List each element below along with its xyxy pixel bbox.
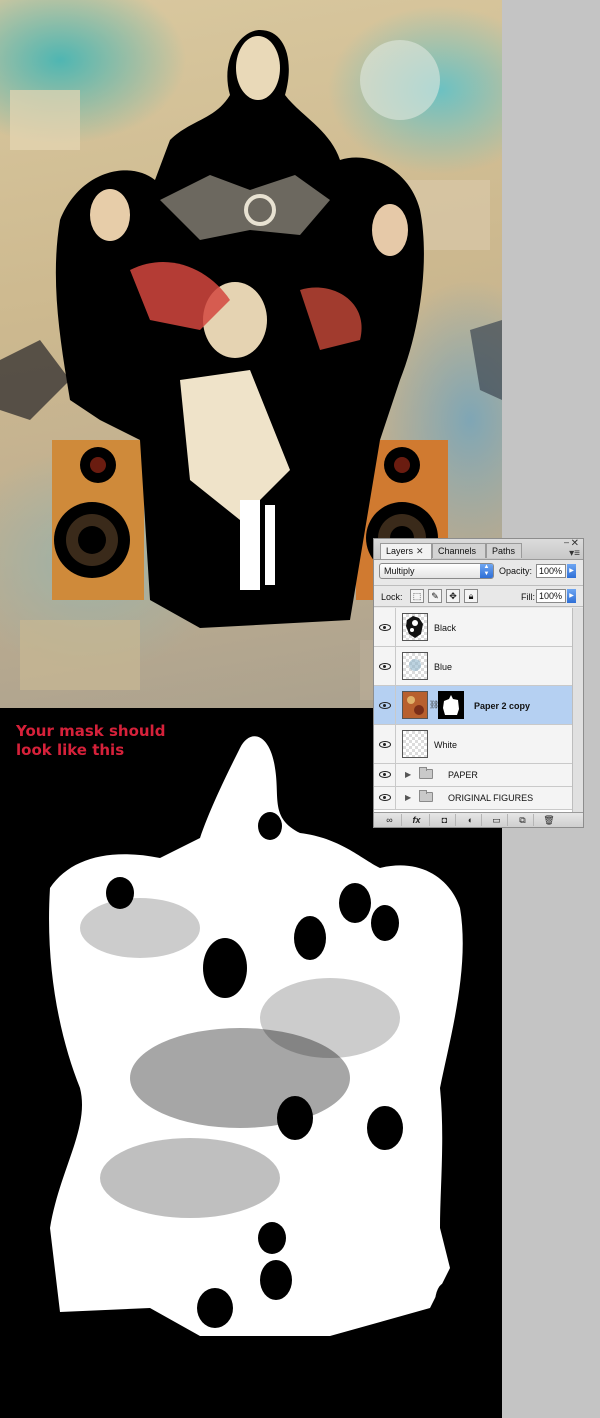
blend-mode-select[interactable]: Multiply ▲ ▼ [379, 563, 494, 579]
visibility-toggle[interactable] [374, 686, 396, 724]
fill-field[interactable]: 100% [536, 589, 566, 603]
visibility-toggle[interactable] [374, 787, 396, 809]
left-speaker [52, 440, 144, 600]
group-row-original-figures[interactable]: ▶ ORIGINAL FIGURES [374, 787, 572, 810]
select-arrows-icon: ▲ ▼ [480, 564, 493, 578]
tab-channels-label: Channels [438, 546, 477, 556]
lock-transparent-icon[interactable]: ⬚ [410, 589, 424, 603]
lock-icon[interactable]: 🔒︎ [464, 589, 478, 603]
mask-caption: Your mask should look like this [16, 722, 165, 760]
folder-icon [419, 767, 433, 779]
eye-icon[interactable] [379, 702, 391, 709]
visibility-toggle[interactable] [374, 725, 396, 763]
link-layers-icon[interactable]: ∞ [378, 814, 402, 826]
tab-paths-label: Paths [492, 546, 516, 556]
fill-value: 100% [539, 591, 563, 601]
layers-scrollbar[interactable] [573, 608, 583, 812]
lock-move-icon[interactable]: ✥ [446, 589, 460, 603]
tab-layers-label: Layers [386, 546, 414, 556]
collapse-icon[interactable]: – [564, 537, 569, 547]
visibility-toggle[interactable] [374, 647, 396, 685]
eye-icon[interactable] [379, 794, 391, 801]
tab-paths[interactable]: Paths [486, 543, 522, 558]
layer-row-black[interactable]: Black [374, 608, 572, 647]
options-row: Multiply ▲ ▼ Opacity: 100% ▶ [374, 560, 583, 584]
mask-caption-line1: Your mask should [16, 722, 166, 740]
layer-row-white[interactable]: White [374, 725, 572, 764]
layer-row-paper-2-copy[interactable]: ⛓ Paper 2 copy [374, 686, 572, 725]
new-layer-icon[interactable]: ⧉ [512, 814, 534, 826]
eye-icon[interactable] [379, 771, 391, 778]
eye-icon[interactable] [379, 741, 391, 748]
close-icon[interactable]: ✕ [416, 546, 424, 556]
opacity-arrow-icon[interactable]: ▶ [567, 564, 576, 578]
panel-bottom-bar: ∞ fx ◘ ◐ ▭ ⧉ 🗑︎ [374, 812, 583, 827]
layer-name: White [434, 740, 458, 750]
expand-arrow-icon[interactable]: ▶ [405, 793, 411, 802]
mask-caption-line2: look like this [16, 741, 125, 759]
fill-label: Fill: [521, 592, 535, 602]
visibility-toggle[interactable] [374, 764, 396, 786]
opacity-field[interactable]: 100% [536, 564, 566, 578]
fill-arrow-icon[interactable]: ▶ [567, 589, 576, 603]
layer-mask-thumbnail[interactable] [438, 691, 464, 719]
layer-name: Paper 2 copy [474, 701, 531, 711]
trash-icon[interactable]: 🗑︎ [538, 814, 560, 826]
lock-brush-icon[interactable]: ✎ [428, 589, 442, 603]
add-mask-icon[interactable]: ◘ [434, 814, 456, 826]
group-name: ORIGINAL FIGURES [448, 793, 534, 803]
opacity-value: 100% [539, 566, 563, 576]
fx-icon[interactable]: fx [404, 814, 430, 826]
layer-thumbnail [402, 652, 428, 680]
layer-row-blue[interactable]: Blue [374, 647, 572, 686]
layer-name: Black [434, 623, 457, 633]
expand-arrow-icon[interactable]: ▶ [405, 770, 411, 779]
layer-name: Blue [434, 662, 453, 672]
group-row-paper[interactable]: ▶ PAPER [374, 764, 572, 787]
folder-icon [419, 790, 433, 802]
group-name: PAPER [448, 770, 478, 780]
eye-icon[interactable] [379, 624, 391, 631]
layer-thumbnail [402, 691, 428, 719]
new-group-icon[interactable]: ▭ [486, 814, 508, 826]
lock-label: Lock: [381, 592, 403, 602]
tab-channels[interactable]: Channels [432, 543, 486, 558]
panel-titlebar: Layers ✕ Channels Paths – ✕ ▾≡ [374, 537, 583, 560]
lock-row: Lock: ⬚ ✎ ✥ 🔒︎ Fill: 100% ▶ [374, 585, 583, 607]
layer-thumbnail [402, 613, 428, 641]
blend-mode-value: Multiply [384, 566, 415, 576]
eye-icon[interactable] [379, 663, 391, 670]
visibility-toggle[interactable] [374, 608, 396, 646]
adjustment-layer-icon[interactable]: ◐ [460, 814, 482, 826]
layers-list: Black Blue ⛓ Paper 2 copy White ▶ PAPER … [374, 608, 573, 812]
layer-thumbnail [402, 730, 428, 758]
opacity-label: Opacity: [499, 566, 533, 576]
layers-panel: Layers ✕ Channels Paths – ✕ ▾≡ Multiply ▲… [373, 537, 584, 828]
panel-menu-icon[interactable]: ▾≡ [569, 548, 580, 559]
tab-layers[interactable]: Layers ✕ [380, 543, 432, 559]
